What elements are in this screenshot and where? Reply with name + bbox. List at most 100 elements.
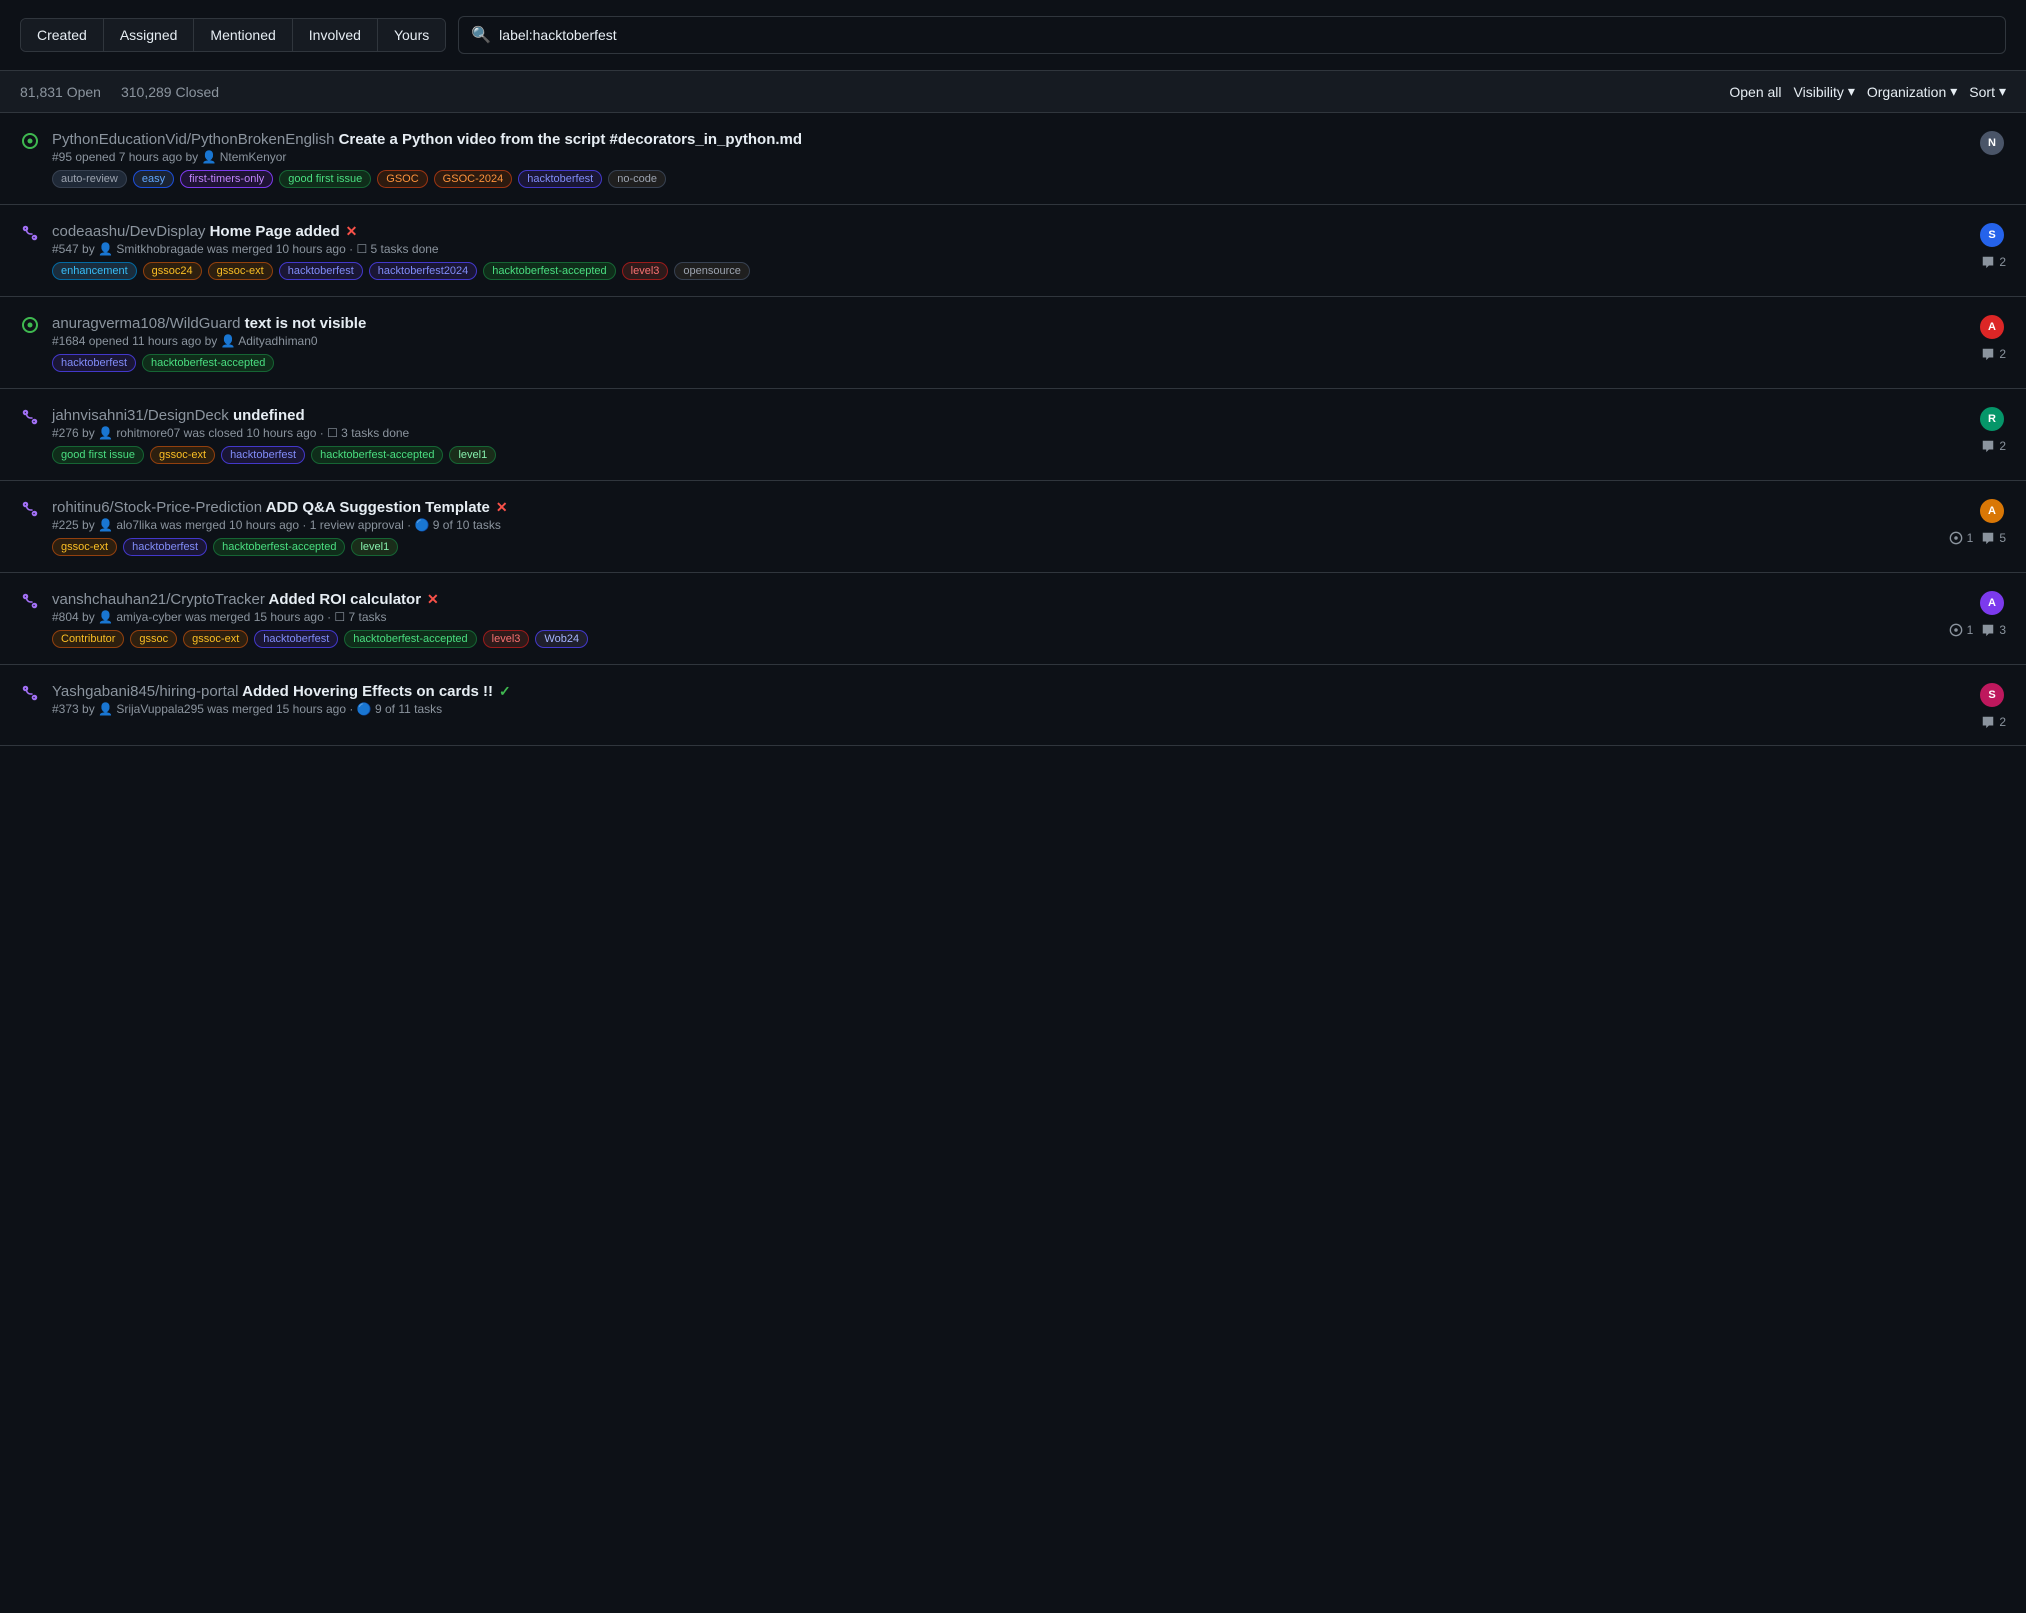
issue-avatars: A [1978,589,2006,617]
open-all-button[interactable]: Open all [1729,84,1781,100]
issue-meta: #276 by 👤 rohitmore07 was closed 10 hour… [52,426,1966,440]
tab-involved[interactable]: Involved [293,19,378,51]
issue-right: N [1978,129,2006,163]
issue-content: anuragverma108/WildGuard text is not vis… [52,313,1966,372]
label: hacktoberfest [279,262,363,280]
issue-sub-right: 2 [1981,439,2006,453]
issue-sub-right: 2 [1981,347,2006,361]
issue-type-icon [20,131,40,151]
organization-dropdown[interactable]: Organization ▾ [1867,83,1957,100]
issue-meta: #804 by 👤 amiya-cyber was merged 15 hour… [52,610,1937,624]
issue-title: codeaashu/DevDisplay Home Page added✕ [52,223,357,240]
tab-mentioned[interactable]: Mentioned [194,19,292,51]
issue-content: codeaashu/DevDisplay Home Page added✕ #5… [52,221,1966,280]
visibility-dropdown[interactable]: Visibility ▾ [1794,83,1855,100]
issue-sub-right: 1 3 [1949,623,2006,637]
issue-meta: #95 opened 7 hours ago by 👤 NtemKenyor [52,150,1966,164]
issue-item[interactable]: codeaashu/DevDisplay Home Page added✕ #5… [0,205,2026,297]
issue-content: rohitinu6/Stock-Price-Prediction ADD Q&A… [52,497,1937,556]
issue-meta: #1684 opened 11 hours ago by 👤 Adityadhi… [52,334,1966,348]
label: hacktoberfest2024 [369,262,478,280]
search-bar[interactable]: 🔍 [458,16,2006,54]
label: gssoc-ext [150,446,215,464]
label: auto-review [52,170,127,188]
issue-title: Yashgabani845/hiring-portal Added Hoveri… [52,683,511,700]
label: good first issue [279,170,371,188]
label: first-timers-only [180,170,273,188]
issue-content: vanshchauhan21/CryptoTracker Added ROI c… [52,589,1937,648]
issue-content: Yashgabani845/hiring-portal Added Hoveri… [52,681,1966,722]
open-count: 81,831 Open [20,84,101,100]
issue-meta: #225 by 👤 alo7lika was merged 10 hours a… [52,518,1937,532]
issue-sub-right: 2 [1981,715,2006,729]
issue-title: anuragverma108/WildGuard text is not vis… [52,315,366,332]
label: gssoc-ext [52,538,117,556]
issue-type-icon [20,499,40,519]
label: hacktoberfest [518,170,602,188]
tab-assigned[interactable]: Assigned [104,19,195,51]
issue-content: jahnvisahni31/DesignDeck undefined #276 … [52,405,1966,464]
label: gssoc-ext [208,262,273,280]
issue-right: A 1 3 [1949,589,2006,637]
label: enhancement [52,262,137,280]
label: hacktoberfest [221,446,305,464]
issue-type-icon [20,223,40,243]
issue-title: rohitinu6/Stock-Price-Prediction ADD Q&A… [52,499,508,516]
comment-count: 2 [1981,439,2006,453]
label: hacktoberfest-accepted [344,630,476,648]
label: hacktoberfest-accepted [483,262,615,280]
label: level3 [622,262,669,280]
label-list: good first issuegssoc-exthacktoberfestha… [52,446,1966,464]
issue-type-icon [20,315,40,335]
issue-item[interactable]: anuragverma108/WildGuard text is not vis… [0,297,2026,389]
label: gssoc [130,630,177,648]
stats-left: 81,831 Open 310,289 Closed [20,84,219,100]
issue-item[interactable]: vanshchauhan21/CryptoTracker Added ROI c… [0,573,2026,665]
label: Contributor [52,630,124,648]
issue-avatars: A [1978,313,2006,341]
open-issues-indicator: 1 [1949,531,1974,545]
issue-type-icon [20,407,40,427]
tab-created[interactable]: Created [21,19,104,51]
sort-dropdown[interactable]: Sort ▾ [1969,83,2006,100]
comment-count: 2 [1981,715,2006,729]
issue-item[interactable]: PythonEducationVid/PythonBrokenEnglish C… [0,113,2026,205]
tabs: Created Assigned Mentioned Involved Your… [20,18,446,52]
issue-avatars: S [1978,681,2006,709]
issue-right: A 1 5 [1949,497,2006,545]
comment-count: 3 [1981,623,2006,637]
label: hacktoberfest-accepted [142,354,274,372]
issue-title: PythonEducationVid/PythonBrokenEnglish C… [52,131,802,148]
search-icon: 🔍 [471,25,491,45]
comment-count: 5 [1981,531,2006,545]
issue-item[interactable]: jahnvisahni31/DesignDeck undefined #276 … [0,389,2026,481]
label-list: gssoc-exthacktoberfesthacktoberfest-acce… [52,538,1937,556]
label: GSOC [377,170,427,188]
search-input[interactable] [499,27,1993,43]
issue-right: R 2 [1978,405,2006,453]
issue-item[interactable]: rohitinu6/Stock-Price-Prediction ADD Q&A… [0,481,2026,573]
label: gssoc-ext [183,630,248,648]
issue-item[interactable]: Yashgabani845/hiring-portal Added Hoveri… [0,665,2026,746]
label: hacktoberfest [254,630,338,648]
label-list: Contributor gssoc gssoc-ext hacktoberfest ha… [52,630,1937,648]
issue-avatars: N [1978,129,2006,157]
label-list: auto-revieweasyfirst-timers-onlygood fir… [52,170,1966,188]
label-list: hacktoberfest hacktoberfest-accepted [52,354,1966,372]
label: hacktoberfest [52,354,136,372]
label: GSOC-2024 [434,170,513,188]
issue-right: S 2 [1978,221,2006,269]
label-list: enhancementgssoc24gssoc-exthacktoberfest… [52,262,1966,280]
stats-right: Open all Visibility ▾ Organization ▾ Sor… [1729,83,2006,100]
label: good first issue [52,446,144,464]
issue-avatars: A [1978,497,2006,525]
label: level1 [351,538,398,556]
issue-right: A 2 [1978,313,2006,361]
comment-count: 2 [1981,347,2006,361]
issue-sub-right: 1 5 [1949,531,2006,545]
issue-title: jahnvisahni31/DesignDeck undefined [52,407,305,424]
top-bar: Created Assigned Mentioned Involved Your… [0,0,2026,71]
label: level1 [449,446,496,464]
tab-yours[interactable]: Yours [378,19,445,51]
label: no-code [608,170,666,188]
